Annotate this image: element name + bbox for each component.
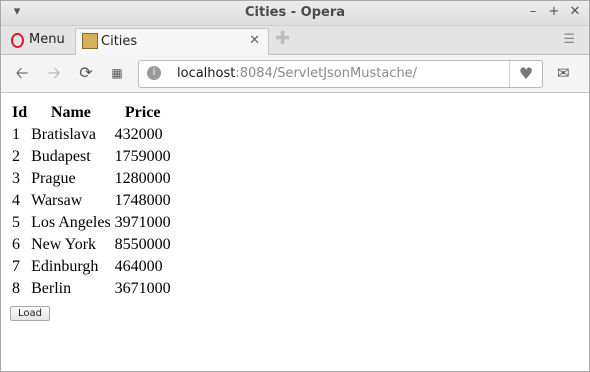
load-button[interactable]: Load: [10, 306, 50, 321]
cell-name: New York: [31, 236, 97, 253]
cell-id: 3: [12, 170, 20, 187]
tab-menu-icon[interactable]: ☰: [563, 32, 575, 47]
cell-name: Edinburgh: [31, 258, 99, 275]
table-row: 7 Edinburgh 464000: [11, 257, 172, 277]
column-header-id: Id: [12, 104, 28, 121]
cell-id: 6: [12, 236, 20, 253]
new-tab-icon[interactable]: ✚: [275, 29, 290, 49]
table-row: 4 Warsaw 1748000: [11, 191, 172, 211]
close-icon[interactable]: ✕: [567, 4, 583, 20]
cell-price: 1759000: [114, 148, 171, 165]
cities-table: Id Name Price 1 Bratislava 432000 2 Buda…: [9, 101, 174, 301]
menu-label: Menu: [29, 32, 65, 47]
cell-name: Los Angeles: [31, 214, 111, 231]
url-text[interactable]: localhost:8084/ServletJsonMustache/: [177, 66, 417, 81]
table-row: 6 New York 8550000: [11, 235, 172, 255]
title-bar: ▾ Cities - Opera – + ✕: [1, 1, 589, 26]
table-row: 2 Budapest 1759000: [11, 147, 172, 167]
forward-arrow-icon[interactable]: 🡢: [45, 64, 63, 82]
cell-price: 1748000: [114, 192, 171, 209]
grid-icon[interactable]: ▦: [108, 64, 126, 82]
address-bar[interactable]: i localhost:8084/ServletJsonMustache/ ♥: [138, 60, 543, 88]
browser-window: ▾ Cities - Opera – + ✕ Menu Cities ✕ ✚ ☰…: [0, 0, 590, 372]
minimize-icon[interactable]: –: [525, 4, 541, 20]
table-row: 5 Los Angeles 3971000: [11, 213, 172, 233]
column-header-name: Name: [50, 104, 91, 121]
page-content: Id Name Price 1 Bratislava 432000 2 Buda…: [9, 101, 174, 321]
cell-price: 464000: [114, 258, 163, 275]
table-row: 1 Bratislava 432000: [11, 125, 172, 145]
tab-label: Cities: [101, 34, 138, 49]
tab-cities[interactable]: Cities ✕: [75, 28, 269, 55]
cell-price: 432000: [114, 126, 163, 143]
menu-button[interactable]: Menu: [5, 29, 69, 51]
heart-icon[interactable]: ♥: [509, 61, 542, 87]
window-title: Cities - Opera: [244, 5, 346, 20]
page-favicon-icon: [82, 33, 98, 49]
cell-price: 1280000: [114, 170, 171, 187]
cell-id: 8: [12, 280, 20, 297]
address-toolbar: 🡠 🡢 ⟳ ▦ i localhost:8084/ServletJsonMust…: [1, 55, 589, 93]
column-header-price: Price: [124, 104, 161, 121]
site-info-icon[interactable]: i: [147, 66, 161, 80]
cell-id: 7: [12, 258, 20, 275]
url-host: localhost: [177, 66, 236, 81]
table-row: 3 Prague 1280000: [11, 169, 172, 189]
back-arrow-icon[interactable]: 🡠: [13, 64, 31, 82]
cell-price: 3671000: [114, 280, 171, 297]
url-path: :8084/ServletJsonMustache/: [235, 66, 418, 81]
cell-id: 1: [12, 126, 20, 143]
cell-name: Warsaw: [31, 192, 83, 209]
reload-icon[interactable]: ⟳: [77, 64, 95, 82]
cell-name: Bratislava: [31, 126, 96, 143]
maximize-icon[interactable]: +: [546, 4, 562, 20]
table-header-row: Id Name Price: [11, 103, 172, 123]
tab-strip: Menu Cities ✕ ✚ ☰: [1, 26, 589, 55]
cell-id: 5: [12, 214, 20, 231]
opera-logo-icon: [11, 33, 24, 48]
cell-name: Prague: [31, 170, 76, 187]
cell-id: 2: [12, 148, 20, 165]
cell-name: Budapest: [31, 148, 91, 165]
cell-id: 4: [12, 192, 20, 209]
cell-name: Berlin: [31, 280, 72, 297]
mail-icon[interactable]: ✉: [557, 64, 570, 82]
cell-price: 8550000: [114, 236, 171, 253]
table-row: 8 Berlin 3671000: [11, 279, 172, 299]
cell-price: 3971000: [114, 214, 171, 231]
tab-close-icon[interactable]: ✕: [249, 33, 260, 48]
